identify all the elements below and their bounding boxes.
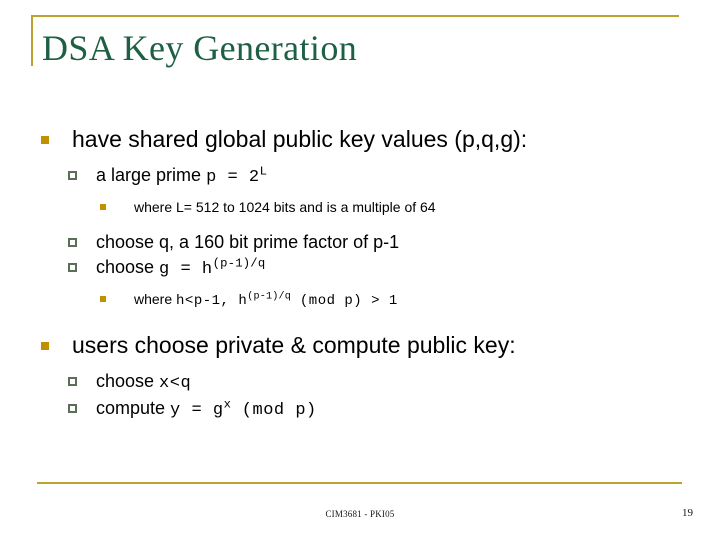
hollow-square-bullet-icon [68,238,77,247]
bullet-text: choose [96,257,160,277]
square-bullet-icon [41,342,49,350]
bullet-level2-compute-y: compute y = gx (mod p) [0,396,720,423]
formula-public-key: y = gx (mod p) [170,397,317,420]
formula-prime: p = 2L [206,164,268,187]
slide-body: have shared global public key values (p,… [0,124,720,423]
formula-generator: g = h(p-1)/q [159,256,266,279]
footer-course-label: CIM3681 - PKI05 [325,509,395,519]
bullet-text: users choose private & compute public ke… [72,332,516,358]
bullet-text: where L= 512 to 1024 bits and is a multi… [134,199,436,215]
small-square-bullet-icon [100,204,106,210]
hollow-square-bullet-icon [68,377,77,386]
page-title: DSA Key Generation [42,28,358,68]
exponent: (p-1)/q [247,291,291,303]
bullet-text: have shared global public key values (p,… [72,126,528,152]
bullet-level1-shared-global-values: have shared global public key values (p,… [0,124,720,155]
bullet-level3-bit-length: where L= 512 to 1024 bits and is a multi… [0,196,720,218]
formula-h-condition: h<p-1, h(p-1)/q (mod p) > 1 [176,291,398,309]
bullet-text: choose [96,371,160,391]
exponent: (p-1)/q [212,256,266,271]
bullet-level2-choose-q: choose q, a 160 bit prime factor of p-1 [0,230,720,255]
title-top-rule [31,15,679,17]
bullet-level2-choose-g: choose g = h(p-1)/q [0,255,720,282]
slide-number: 19 [682,507,693,519]
slide: DSA Key Generation have shared global pu… [0,0,720,540]
hollow-square-bullet-icon [68,404,77,413]
exponent: L [259,164,268,179]
exponent: x [223,397,232,412]
hollow-square-bullet-icon [68,171,77,180]
bullet-level2-large-prime: a large prime p = 2L [0,163,720,190]
footer-rule [37,482,682,484]
bullet-text: choose q, a 160 bit prime factor of p-1 [96,232,400,252]
bullet-text: where [134,291,177,307]
bullet-level3-h-condition: where h<p-1, h(p-1)/q (mod p) > 1 [0,288,720,312]
formula-private-key: x<q [159,374,192,393]
bullet-level1-users-choose-private: users choose private & compute public ke… [0,330,720,361]
square-bullet-icon [41,136,49,144]
bullet-text: a large prime [96,165,207,185]
bullet-level2-choose-x: choose x<q [0,369,720,396]
title-left-rule [31,15,33,66]
small-square-bullet-icon [100,296,106,302]
hollow-square-bullet-icon [68,263,77,272]
bullet-text: compute [96,398,171,418]
